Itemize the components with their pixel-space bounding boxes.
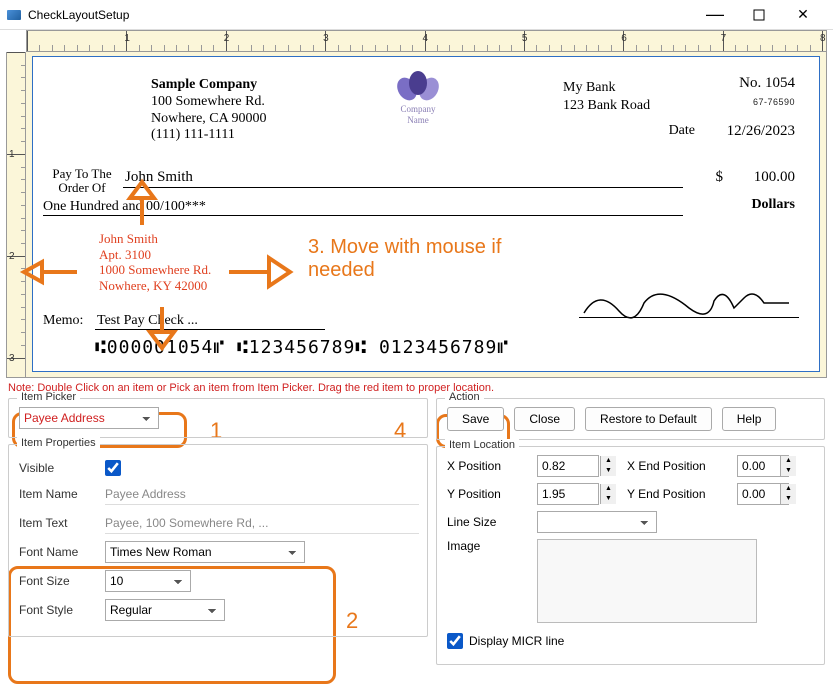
x-end-spinner[interactable]: ▲▼ <box>780 456 796 476</box>
company-name: Sample Company <box>151 77 267 94</box>
font-name-label: Font Name <box>19 545 105 559</box>
amount-words[interactable]: One Hundred and 00/100*** <box>43 199 683 215</box>
ruler-horizontal: 12345678 <box>26 30 827 52</box>
titlebar: CheckLayoutSetup — ✕ <box>0 0 833 30</box>
company-block[interactable]: Sample Company 100 Somewhere Rd. Nowhere… <box>151 77 267 144</box>
y-end-spinner[interactable]: ▲▼ <box>780 484 796 504</box>
maximize-button[interactable] <box>737 1 781 29</box>
company-phone: (111) 111-1111 <box>151 127 267 144</box>
window-title: CheckLayoutSetup <box>28 8 693 22</box>
bank-name: My Bank <box>563 79 650 97</box>
app-icon <box>6 8 22 22</box>
pay-to-label: Pay To TheOrder Of <box>43 167 121 194</box>
minimize-button[interactable]: — <box>693 1 737 29</box>
image-preview[interactable] <box>537 539 757 623</box>
item-location-group: Item Location X Position ▲▼ X End Positi… <box>436 446 825 665</box>
visible-label: Visible <box>19 461 105 475</box>
line-size-label: Line Size <box>447 515 527 529</box>
check-preview[interactable]: Sample Company 100 Somewhere Rd. Nowhere… <box>32 56 820 372</box>
instruction-note: Note: Double Click on an item or Pick an… <box>0 378 833 398</box>
y-position-spinner[interactable]: ▲▼ <box>600 484 616 504</box>
date-value[interactable]: 12/26/2023 <box>727 123 795 140</box>
item-name-value: Payee Address <box>105 483 419 505</box>
logo-text1: Company <box>378 105 458 114</box>
layout-canvas[interactable]: Sample Company 100 Somewhere Rd. Nowhere… <box>26 52 827 378</box>
memo-underline <box>95 329 325 330</box>
item-properties-group: Item Properties Visible Item Name Payee … <box>8 444 428 637</box>
help-button[interactable]: Help <box>722 407 777 431</box>
item-picker-label: Item Picker <box>17 391 80 403</box>
routing-code[interactable]: 67-76590 <box>753 97 795 107</box>
payee-underline <box>123 187 683 188</box>
logo-text2: Name <box>378 116 458 125</box>
font-name-select[interactable]: Times New Roman <box>105 541 305 563</box>
check-number[interactable]: No. 1054 <box>739 75 795 92</box>
close-panel-button[interactable]: Close <box>514 407 575 431</box>
y-position-label: Y Position <box>447 487 527 501</box>
amount-sign: $ <box>716 169 724 186</box>
restore-default-button[interactable]: Restore to Default <box>585 407 712 431</box>
bank-block[interactable]: My Bank 123 Bank Road <box>563 79 650 114</box>
y-position-input[interactable] <box>537 483 599 505</box>
line-size-select[interactable] <box>537 511 657 533</box>
action-group: Action Save Close Restore to Default Hel… <box>436 398 825 440</box>
save-button[interactable]: Save <box>447 407 504 431</box>
font-style-label: Font Style <box>19 603 105 617</box>
bank-addr: 123 Bank Road <box>563 97 650 115</box>
visible-checkbox[interactable] <box>105 460 121 476</box>
payee-address[interactable]: John Smith Apt. 3100 1000 Somewhere Rd. … <box>99 231 211 293</box>
item-text-value: Payee, 100 Somewhere Rd, ... <box>105 512 419 534</box>
item-name-label: Item Name <box>19 487 105 501</box>
micr-line[interactable]: ⑆000001054⑈ ⑆123456789⑆ 0123456789⑈ <box>95 337 509 358</box>
logo-icon <box>394 69 442 103</box>
action-label: Action <box>445 391 484 403</box>
memo-value[interactable]: Test Pay Check ... <box>97 313 198 329</box>
payee-name[interactable]: John Smith <box>125 169 193 186</box>
company-addr1: 100 Somewhere Rd. <box>151 94 267 111</box>
memo-label: Memo: <box>43 313 83 329</box>
x-position-spinner[interactable]: ▲▼ <box>600 456 616 476</box>
x-position-label: X Position <box>447 459 527 473</box>
signature-line <box>579 317 799 318</box>
date-label: Date <box>669 123 695 139</box>
item-properties-label: Item Properties <box>17 437 100 449</box>
y-end-position-label: Y End Position <box>627 487 727 501</box>
item-picker-select[interactable]: Payee Address <box>19 407 159 429</box>
ruler-vertical: 123 <box>6 52 26 378</box>
item-text-label: Item Text <box>19 516 105 530</box>
display-micr-checkbox[interactable] <box>447 633 463 649</box>
font-style-select[interactable]: Regular <box>105 599 225 621</box>
x-end-position-label: X End Position <box>627 459 727 473</box>
company-logo[interactable]: Company Name <box>378 69 458 129</box>
item-location-label: Item Location <box>445 439 519 451</box>
font-size-select[interactable]: 10 <box>105 570 191 592</box>
display-micr-label: Display MICR line <box>469 634 564 648</box>
x-position-input[interactable] <box>537 455 599 477</box>
amount-value[interactable]: 100.00 <box>754 169 795 186</box>
close-button[interactable]: ✕ <box>781 1 825 29</box>
dollars-label: Dollars <box>751 197 795 213</box>
image-label: Image <box>447 539 527 553</box>
item-picker-group: Item Picker Payee Address <box>8 398 428 438</box>
font-size-label: Font Size <box>19 574 105 588</box>
amount-words-underline <box>43 215 683 216</box>
company-addr2: Nowhere, CA 90000 <box>151 111 267 128</box>
